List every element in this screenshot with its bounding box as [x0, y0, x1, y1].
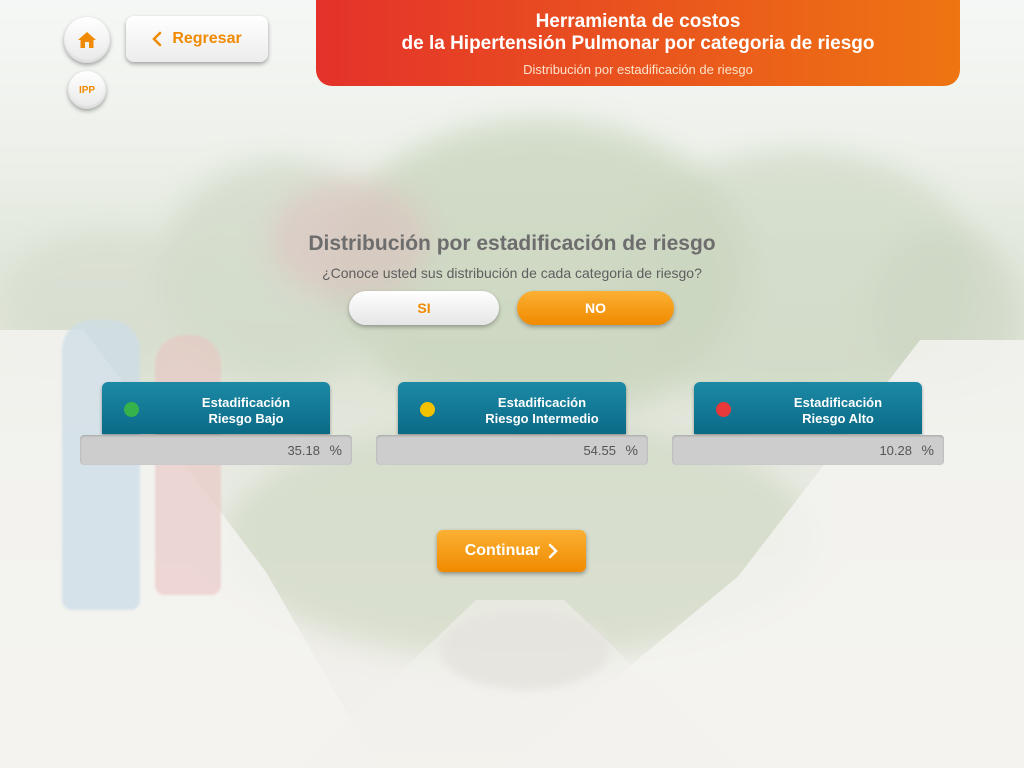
risk-high-percent-input[interactable]: 10.28 %: [672, 435, 944, 465]
risk-high-value: 10.28: [879, 443, 912, 458]
back-label: Regresar: [172, 30, 242, 47]
risk-label-line1: Estadificación: [201, 395, 291, 410]
header-subtitle: Distribución por estadificación de riesg…: [523, 62, 753, 77]
back-button[interactable]: Regresar: [126, 16, 268, 62]
green-dot-icon: [124, 402, 139, 417]
risk-card-label: Estadificación Riesgo Bajo: [146, 395, 346, 427]
risk-card-label: Estadificación Riesgo Alto: [738, 395, 938, 427]
header-title-line2: de la Hipertensión Pulmonar por categori…: [401, 33, 875, 54]
header-title-line1: Herramienta de costos: [535, 11, 741, 32]
no-button[interactable]: NO: [517, 291, 674, 325]
risk-label-line2: Riesgo Intermedio: [485, 411, 599, 426]
risk-label-line2: Riesgo Alto: [802, 411, 874, 426]
risk-low-value: 35.18: [287, 443, 320, 458]
risk-card-label: Estadificación Riesgo Intermedio: [442, 395, 642, 427]
chevron-right-icon: [549, 543, 559, 559]
ipp-label: IPP: [78, 84, 96, 96]
percent-unit: %: [329, 442, 342, 458]
risk-low-percent-input[interactable]: 35.18 %: [80, 435, 352, 465]
chevron-left-icon: [152, 31, 162, 47]
red-dot-icon: [716, 402, 731, 417]
percent-unit: %: [921, 442, 934, 458]
risk-label-line1: Estadificación: [497, 395, 587, 410]
ipp-button[interactable]: IPP: [68, 71, 106, 109]
risk-label-line2: Riesgo Bajo: [208, 411, 284, 426]
yellow-dot-icon: [420, 402, 435, 417]
yes-button[interactable]: SI: [349, 291, 499, 325]
home-icon: [78, 32, 96, 48]
question-text: ¿Conoce usted sus distribución de cada c…: [322, 265, 702, 281]
question-title: Distribución por estadificación de riesg…: [308, 232, 716, 255]
continue-button[interactable]: Continuar: [437, 530, 586, 572]
header-banner: Herramienta de costos de la Hipertensión…: [316, 0, 960, 86]
risk-intermediate-value: 54.55: [583, 443, 616, 458]
home-button[interactable]: [64, 17, 110, 63]
risk-label-line1: Estadificación: [793, 395, 883, 410]
percent-unit: %: [625, 442, 638, 458]
continue-label: Continuar: [464, 542, 541, 559]
risk-intermediate-percent-input[interactable]: 54.55 %: [376, 435, 648, 465]
